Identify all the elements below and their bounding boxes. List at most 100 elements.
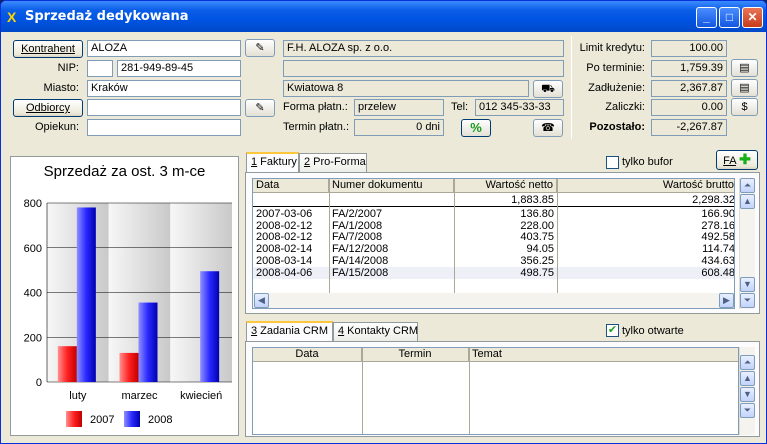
table-cell[interactable]: 166.90 — [557, 208, 734, 220]
termin-field[interactable]: 0 dni — [354, 119, 444, 136]
odbiorcy-field[interactable] — [87, 99, 241, 116]
zadluzenie-field[interactable]: 2,367.87 — [651, 80, 727, 97]
pen-icon: ✎ — [255, 42, 265, 54]
invoice-hscrollbar[interactable]: ◀ ▶ — [253, 293, 734, 308]
open-only-checkbox[interactable]: ✔ — [606, 324, 619, 337]
table-cell[interactable]: 403.75 — [454, 231, 557, 243]
close-button[interactable]: ✕ — [742, 7, 763, 28]
col-header-netto[interactable]: Wartość netto — [454, 179, 557, 193]
col-divider — [454, 179, 455, 293]
scroll-right-icon[interactable]: ▶ — [719, 293, 734, 308]
scroll-up-icon[interactable]: ▲ — [740, 371, 755, 386]
tab-pro-forma-label: Pro-Forma — [310, 156, 366, 168]
nip-prefix-field[interactable] — [87, 60, 113, 77]
table-cell[interactable]: 356.25 — [454, 255, 557, 267]
table-cell[interactable]: 114.74 — [557, 243, 734, 255]
sales-window: X Sprzedaż dedykowana _ □ ✕ Kontrahent A… — [0, 0, 767, 444]
limit-field[interactable]: 100.00 — [651, 40, 727, 57]
table-cell[interactable]: 136.80 — [454, 208, 557, 220]
kontrahent-button[interactable]: Kontrahent — [13, 40, 83, 58]
table-cell[interactable]: 2008-04-06 — [253, 267, 329, 279]
odbiorcy-button[interactable]: Odbiorcy — [13, 99, 83, 117]
phone-icon: ☎ — [541, 122, 555, 134]
bar-2008 — [138, 302, 158, 382]
tab-zadania-crm[interactable]: 3 Zadania CRM — [246, 321, 333, 342]
miasto-field[interactable]: Kraków — [87, 80, 241, 97]
table-cell[interactable]: 434.63 — [557, 255, 734, 267]
window-title: Sprzedaż dedykowana — [25, 9, 189, 24]
checkmark-icon: ✔ — [607, 324, 618, 336]
opiekun-field[interactable] — [87, 119, 241, 136]
crm-col-termin[interactable]: Termin — [362, 348, 469, 362]
forma-field[interactable]: przelew — [354, 99, 444, 116]
scroll-up-icon[interactable]: ▲ — [740, 194, 755, 209]
debt-button[interactable]: ▤ — [731, 79, 758, 97]
table-cell[interactable]: 608.48 — [557, 267, 734, 279]
scroll-down-icon[interactable]: ▼ — [740, 387, 755, 402]
odbiorcy-lookup-button[interactable]: ✎ — [245, 99, 275, 117]
table-cell[interactable]: FA/2/2007 — [329, 208, 454, 220]
col-header-brutto[interactable]: Wartość brutto — [557, 179, 734, 193]
table-cell[interactable]: 2008-02-14 — [253, 243, 329, 255]
po-terminie-field[interactable]: 1,759.39 — [651, 60, 727, 77]
new-invoice-button[interactable]: FA ✚ — [716, 150, 758, 170]
minimize-button[interactable]: _ — [696, 7, 717, 28]
discount-button[interactable]: % — [461, 119, 491, 137]
crm-vscrollbar[interactable]: ⏶ ▲ ▼ ⏷ — [739, 347, 755, 435]
zaliczki-field[interactable]: 0.00 — [651, 99, 727, 116]
scroll-left-icon[interactable]: ◀ — [254, 293, 269, 308]
document-icon: ▤ — [739, 62, 750, 74]
crm-grid: Data Termin Temat — [252, 347, 739, 435]
advance-button[interactable]: $ — [731, 98, 758, 116]
crm-col-temat[interactable]: Temat — [469, 348, 738, 362]
scroll-down-icon[interactable]: ▼ — [740, 277, 755, 292]
table-cell[interactable]: FA/12/2008 — [329, 243, 454, 255]
table-cell[interactable]: FA/15/2008 — [329, 267, 454, 279]
col-header-data[interactable]: Data — [253, 179, 329, 193]
nip-field[interactable]: 281-949-89-45 — [117, 60, 241, 77]
table-cell[interactable]: FA/14/2008 — [329, 255, 454, 267]
table-cell[interactable]: FA/1/2008 — [329, 220, 454, 232]
col-header-numer[interactable]: Numer dokumentu — [329, 179, 454, 193]
table-cell[interactable]: 2008-02-12 — [253, 220, 329, 232]
pen-icon: ✎ — [255, 102, 265, 114]
overdue-button[interactable]: ▤ — [731, 59, 758, 77]
pozostalo-field[interactable]: -2,267.87 — [651, 119, 727, 136]
table-cell[interactable]: 94.05 — [454, 243, 557, 255]
tab-kontakty-crm[interactable]: 4 Kontakty CRM — [333, 322, 418, 342]
scroll-top-icon[interactable]: ⏶ — [740, 355, 755, 370]
scroll-bottom-icon[interactable]: ⏷ — [740, 403, 755, 418]
bufor-checkbox[interactable] — [606, 156, 619, 169]
table-cell[interactable]: 2007-03-06 — [253, 208, 329, 220]
kontrahent-field[interactable]: ALOZA — [87, 40, 241, 57]
table-cell[interactable]: 2008-03-14 — [253, 255, 329, 267]
miasto-label: Miasto: — [43, 82, 79, 94]
table-cell[interactable]: 492.58 — [557, 231, 734, 243]
table-cell[interactable]: 228.00 — [454, 220, 557, 232]
tab-pro-forma[interactable]: 2 Pro-Forma — [299, 153, 367, 173]
invoice-grid: Data Numer dokumentu Wartość netto Warto… — [252, 178, 735, 309]
full-name-field[interactable]: F.H. ALOZA sp. z o.o. — [283, 40, 564, 57]
address-button[interactable]: ⛟ — [533, 80, 563, 98]
contact-button[interactable]: ☎ — [533, 119, 563, 137]
bar-2008 — [76, 207, 96, 382]
tab-faktury[interactable]: 1 Faktury — [246, 152, 299, 173]
col-divider — [557, 179, 558, 293]
tel-field[interactable]: 012 345-33-33 — [475, 99, 564, 116]
table-cell[interactable]: 278.16 — [557, 220, 734, 232]
table-cell[interactable]: 498.75 — [454, 267, 557, 279]
kontrahent-lookup-button[interactable]: ✎ — [245, 39, 275, 57]
maximize-button[interactable]: □ — [719, 7, 740, 28]
bar-2008 — [200, 271, 220, 382]
scroll-bottom-icon[interactable]: ⏷ — [740, 293, 755, 308]
table-cell[interactable]: FA/7/2008 — [329, 231, 454, 243]
col-divider — [469, 348, 470, 434]
crm-col-data[interactable]: Data — [253, 348, 362, 362]
invoice-vscrollbar[interactable]: ⏶ ▲ ▼ ⏷ — [739, 178, 755, 309]
tab-faktury-label: Faktury — [257, 156, 297, 168]
bar-2007 — [119, 352, 139, 382]
name2-field[interactable] — [283, 60, 564, 77]
table-cell[interactable]: 2008-02-12 — [253, 231, 329, 243]
scroll-top-icon[interactable]: ⏶ — [740, 178, 755, 193]
street-field[interactable]: Kwiatowa 8 — [283, 80, 529, 97]
